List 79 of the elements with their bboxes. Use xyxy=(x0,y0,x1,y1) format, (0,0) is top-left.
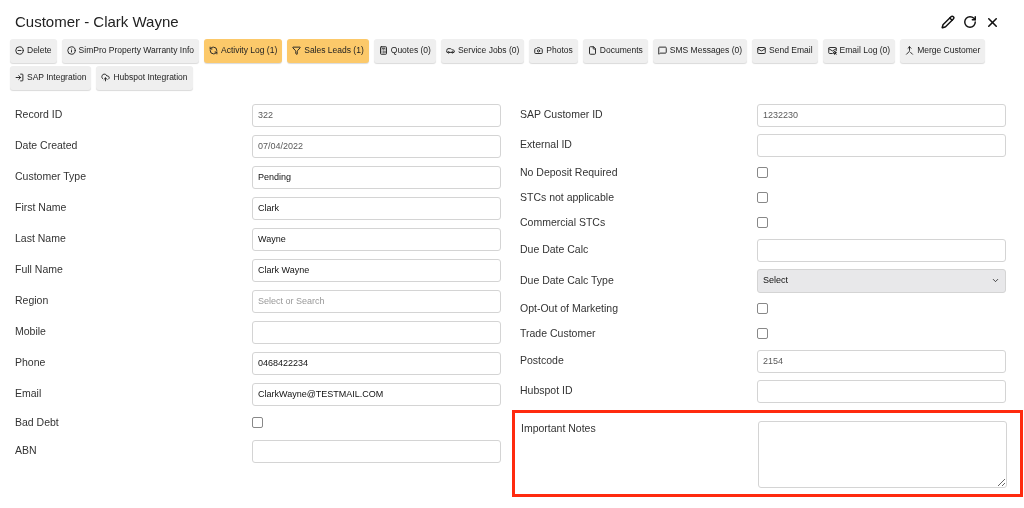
field-label: Email xyxy=(15,386,43,402)
field-label: Important Notes xyxy=(521,420,597,436)
minus-circle-icon xyxy=(15,46,24,55)
calculator-icon xyxy=(378,46,388,55)
field-label: ABN xyxy=(15,443,38,459)
cycle-arrows-icon xyxy=(209,46,218,55)
toolbar-button[interactable]: SMS Messages (0) xyxy=(652,38,748,63)
checkbox[interactable] xyxy=(757,217,768,228)
field-label: Last Name xyxy=(15,231,67,247)
filter-icon xyxy=(292,46,302,55)
chevron-down-icon xyxy=(991,276,1000,285)
checkbox[interactable] xyxy=(757,167,768,178)
toolbar-button[interactable]: Send Email xyxy=(752,38,818,63)
text-field[interactable] xyxy=(757,133,1006,157)
field-label: Due Date Calc Type xyxy=(520,272,615,288)
field-label: Commercial STCs xyxy=(520,214,607,230)
toolbar-button[interactable]: Merge Customer xyxy=(900,38,986,63)
text-field[interactable] xyxy=(252,439,501,463)
info-icon xyxy=(66,46,76,55)
field-label: Hubspot ID xyxy=(520,383,574,399)
document-icon xyxy=(587,46,597,55)
text-field[interactable] xyxy=(252,320,501,344)
text-field[interactable]: ClarkWayne@TESTMAIL.COM xyxy=(252,382,501,406)
toolbar-button[interactable]: Photos xyxy=(529,38,578,63)
text-field[interactable]: 2154 xyxy=(757,349,1006,373)
merge-icon xyxy=(905,46,915,55)
field-label: STCs not applicable xyxy=(520,189,615,205)
text-field[interactable]: Clark Wayne xyxy=(252,258,501,282)
field-label: SAP Customer ID xyxy=(520,107,604,123)
sign-in-icon xyxy=(15,73,24,82)
refresh-icon[interactable] xyxy=(963,15,977,30)
checkbox[interactable] xyxy=(757,192,768,203)
cloud-upload-icon xyxy=(101,73,111,82)
field-label: Record ID xyxy=(15,107,64,123)
field-label: Due Date Calc xyxy=(520,242,590,258)
text-field[interactable]: 07/04/2022 xyxy=(252,134,501,158)
field-label: Mobile xyxy=(15,324,47,340)
toolbar-button[interactable]: Sales Leads (1) xyxy=(287,38,369,63)
checkbox[interactable] xyxy=(757,303,768,314)
text-field[interactable]: Pending xyxy=(252,165,501,189)
field-label: Date Created xyxy=(15,138,79,154)
field-label: Full Name xyxy=(15,262,64,278)
toolbar-button[interactable]: Service Jobs (0) xyxy=(440,38,525,63)
chat-bubble-icon xyxy=(657,46,667,55)
text-field[interactable]: Select or Search xyxy=(252,289,501,313)
envelope-icon xyxy=(757,46,767,55)
toolbar-button[interactable]: Documents xyxy=(582,38,648,63)
window-title: Customer - Clark Wayne xyxy=(15,12,179,32)
text-field[interactable] xyxy=(757,238,1006,262)
field-label: Postcode xyxy=(520,353,565,369)
field-label: Region xyxy=(15,293,50,309)
field-label: Opt-Out of Marketing xyxy=(520,300,620,316)
toolbar-button[interactable]: Hubspot Integration xyxy=(96,65,193,90)
field-label: Phone xyxy=(15,355,47,371)
field-label: Customer Type xyxy=(15,169,87,185)
text-field[interactable] xyxy=(757,379,1006,403)
checkbox[interactable] xyxy=(757,328,768,339)
text-field[interactable]: 0468422234 xyxy=(252,351,501,375)
text-field[interactable]: Clark xyxy=(252,196,501,220)
field-label: Bad Debt xyxy=(15,414,60,430)
field-label: First Name xyxy=(15,200,68,216)
text-field[interactable]: 1232230 xyxy=(757,103,1006,127)
toolbar-button[interactable]: SAP Integration xyxy=(10,65,92,90)
checkbox[interactable] xyxy=(252,417,263,428)
car-icon xyxy=(445,46,455,55)
field-label: External ID xyxy=(520,137,573,153)
select-dropdown[interactable]: Select xyxy=(757,268,1006,293)
field-label: Trade Customer xyxy=(520,325,597,341)
edit-icon[interactable] xyxy=(941,15,955,30)
toolbar-button[interactable]: Email Log (0) xyxy=(822,38,896,63)
toolbar-button[interactable]: Activity Log (1) xyxy=(204,38,283,63)
text-field[interactable]: 322 xyxy=(252,103,501,127)
toolbar-button[interactable]: SimPro Property Warranty Info xyxy=(61,38,199,63)
text-field[interactable]: Wayne xyxy=(252,227,501,251)
field-label: No Deposit Required xyxy=(520,164,619,180)
toolbar-button[interactable]: Quotes (0) xyxy=(373,38,436,63)
camera-icon xyxy=(534,46,544,55)
toolbar-button[interactable]: Delete xyxy=(10,38,57,63)
envelope-search-icon xyxy=(827,46,837,55)
